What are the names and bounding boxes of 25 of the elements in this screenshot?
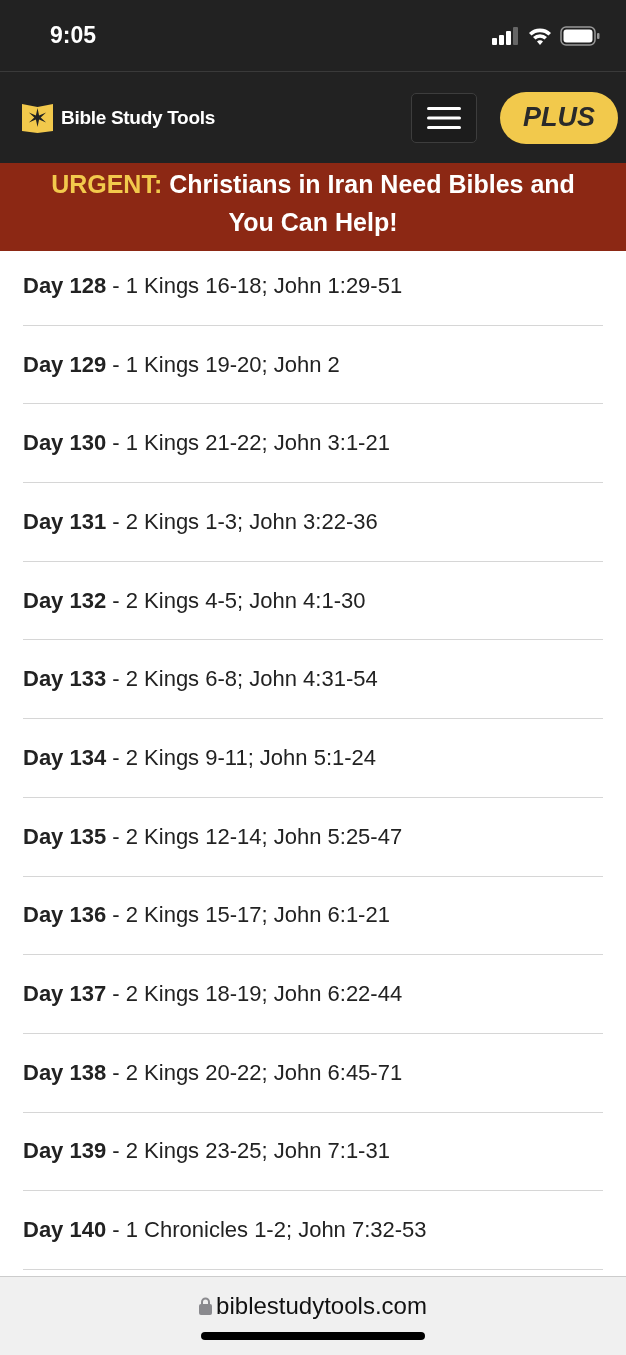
reading-link[interactable]: Day 139 - 2 Kings 23-25; John 7:1-31 [23,1138,390,1165]
wifi-icon [528,26,552,45]
reading-link[interactable]: Day 135 - 2 Kings 12-14; John 5:25-47 [23,823,403,850]
reading-link[interactable]: Day 140 - 1 Chronicles 1-2; John 7:32-53 [23,1217,427,1244]
reading-link[interactable]: Day 128 - 1 Kings 16-18; John 1:29-51 [23,272,403,299]
reading-link[interactable]: Day 129 - 1 Kings 19-20; John 2 [23,351,340,378]
lock-icon [199,1297,213,1315]
address-url[interactable]: biblestudytools.com [216,1292,427,1320]
reading-link[interactable]: Day 131 - 2 Kings 1-3; John 3:22-36 [23,508,378,535]
urgent-banner-link[interactable]: URGENT: Christians in Iran Need Bibles and You Can Help! [34,165,592,241]
reading-link[interactable]: Day 130 - 1 Kings 21-22; John 3:1-21 [23,430,390,457]
logo-icon [22,102,53,133]
reading-link[interactable]: Day 138 - 2 Kings 20-22; John 6:45-71 [23,1059,403,1086]
reading-link[interactable]: Day 133 - 2 Kings 6-8; John 4:31-54 [23,666,378,693]
menu-button[interactable] [411,92,477,143]
menu-icon [427,106,461,129]
status-time: 9:05 [50,22,97,49]
plus-button[interactable]: PLUS [500,91,618,144]
signal-icon [492,26,520,45]
reading-link[interactable]: Day 137 - 2 Kings 18-19; John 6:22-44 [23,981,403,1008]
reading-link[interactable]: Day 134 - 2 Kings 9-11; John 5:1-24 [23,744,377,771]
logo-text[interactable]: Bible Study Tools [61,106,215,129]
reading-link[interactable]: Day 136 - 2 Kings 15-17; John 6:1-21 [23,902,390,929]
battery-icon [560,25,600,46]
reading-link[interactable]: Day 132 - 2 Kings 4-5; John 4:1-30 [23,587,366,614]
